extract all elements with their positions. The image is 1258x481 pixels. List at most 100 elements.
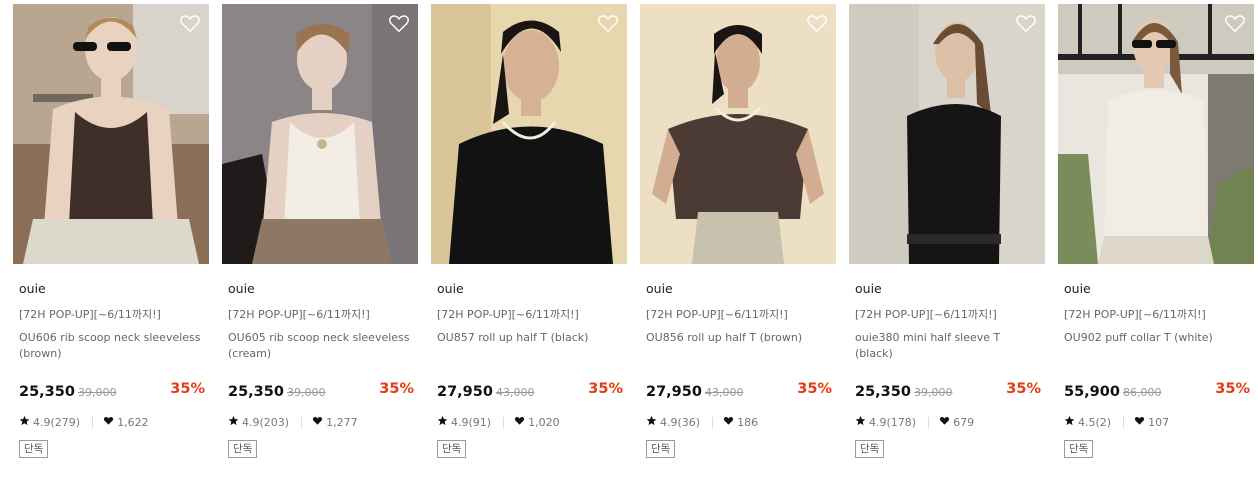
star-icon: [646, 415, 657, 429]
divider: [1123, 416, 1125, 428]
exclusive-badge: 단독: [646, 440, 676, 458]
original-price: 43,000: [495, 386, 535, 399]
discount-rate: 35%: [170, 381, 205, 397]
divider: [301, 416, 303, 428]
heart-filled-icon: [312, 415, 323, 429]
rating-text: 4.9(178): [869, 415, 917, 429]
price-row: 25,350 39,000 35%: [228, 381, 414, 401]
rating-text: 4.9(203): [242, 415, 290, 429]
star-icon: [228, 415, 239, 429]
brand-name[interactable]: ouie: [228, 281, 255, 296]
original-price: 86,000: [1122, 386, 1162, 399]
product-stats: 4.9(279) 1,622: [19, 415, 149, 429]
original-price: 39,000: [286, 386, 326, 399]
exclusive-badge: 단독: [855, 440, 885, 458]
likes-count: 107: [1148, 415, 1170, 429]
sale-price: 25,350: [19, 384, 75, 400]
exclusive-badge: 단독: [19, 440, 49, 458]
product-name[interactable]: OU902 puff collar T (white): [1064, 330, 1250, 346]
heart-filled-icon: [1134, 415, 1145, 429]
sale-price: 25,350: [855, 384, 911, 400]
discount-rate: 35%: [379, 381, 414, 397]
star-icon: [855, 415, 866, 429]
product-grid: ouie [72H POP-UP][~6/11까지!] OU606 rib sc…: [13, 4, 1258, 481]
promo-label: [72H POP-UP][~6/11까지!]: [646, 308, 788, 321]
product-card[interactable]: ouie [72H POP-UP][~6/11까지!] ouie380 mini…: [849, 4, 1045, 474]
divider: [503, 416, 505, 428]
price-row: 55,900 86,000 35%: [1064, 381, 1250, 401]
brand-name[interactable]: ouie: [646, 281, 673, 296]
price-row: 25,350 39,000 35%: [855, 381, 1041, 401]
promo-label: [72H POP-UP][~6/11까지!]: [855, 308, 997, 321]
product-name[interactable]: ouie380 mini half sleeve T (black): [855, 330, 1041, 362]
sale-price: 27,950: [437, 384, 493, 400]
heart-filled-icon: [939, 415, 950, 429]
discount-rate: 35%: [1006, 381, 1041, 397]
product-card[interactable]: ouie [72H POP-UP][~6/11까지!] OU857 roll u…: [431, 4, 627, 474]
divider: [92, 416, 94, 428]
brand-name[interactable]: ouie: [855, 281, 882, 296]
brand-name[interactable]: ouie: [19, 281, 46, 296]
discount-rate: 35%: [797, 381, 832, 397]
product-card[interactable]: ouie [72H POP-UP][~6/11까지!] OU605 rib sc…: [222, 4, 418, 474]
wishlist-heart-icon[interactable]: [597, 12, 619, 34]
likes-count: 1,277: [326, 415, 358, 429]
star-icon: [1064, 415, 1075, 429]
brand-name[interactable]: ouie: [1064, 281, 1091, 296]
product-card[interactable]: ouie [72H POP-UP][~6/11까지!] OU606 rib sc…: [13, 4, 209, 474]
divider: [928, 416, 930, 428]
product-image[interactable]: [431, 4, 627, 264]
wishlist-heart-icon[interactable]: [388, 12, 410, 34]
product-name[interactable]: OU856 roll up half T (brown): [646, 330, 832, 346]
likes-count: 186: [737, 415, 759, 429]
product-image[interactable]: [1058, 4, 1254, 264]
product-name[interactable]: OU605 rib scoop neck sleeveless (cream): [228, 330, 414, 362]
original-price: 39,000: [913, 386, 953, 399]
product-image[interactable]: [849, 4, 1045, 264]
sale-price: 25,350: [228, 384, 284, 400]
price-row: 25,350 39,000 35%: [19, 381, 205, 401]
exclusive-badge: 단독: [228, 440, 258, 458]
promo-label: [72H POP-UP][~6/11까지!]: [1064, 308, 1206, 321]
original-price: 39,000: [77, 386, 117, 399]
rating-text: 4.5(2): [1078, 415, 1112, 429]
rating-text: 4.9(36): [660, 415, 701, 429]
product-image[interactable]: [640, 4, 836, 264]
product-name[interactable]: OU606 rib scoop neck sleeveless (brown): [19, 330, 205, 362]
original-price: 43,000: [704, 386, 744, 399]
wishlist-heart-icon[interactable]: [1224, 12, 1246, 34]
product-stats: 4.9(91) 1,020: [437, 415, 560, 429]
sale-price: 55,900: [1064, 384, 1120, 400]
exclusive-badge: 단독: [437, 440, 467, 458]
heart-filled-icon: [103, 415, 114, 429]
likes-count: 1,622: [117, 415, 149, 429]
wishlist-heart-icon[interactable]: [179, 12, 201, 34]
rating-text: 4.9(279): [33, 415, 81, 429]
product-image[interactable]: [13, 4, 209, 264]
heart-filled-icon: [723, 415, 734, 429]
price-row: 27,950 43,000 35%: [646, 381, 832, 401]
likes-count: 1,020: [528, 415, 560, 429]
product-card[interactable]: ouie [72H POP-UP][~6/11까지!] OU856 roll u…: [640, 4, 836, 474]
price-row: 27,950 43,000 35%: [437, 381, 623, 401]
product-stats: 4.5(2) 107: [1064, 415, 1169, 429]
promo-label: [72H POP-UP][~6/11까지!]: [228, 308, 370, 321]
product-name[interactable]: OU857 roll up half T (black): [437, 330, 623, 346]
product-stats: 4.9(36) 186: [646, 415, 758, 429]
promo-label: [72H POP-UP][~6/11까지!]: [19, 308, 161, 321]
exclusive-badge: 단독: [1064, 440, 1094, 458]
product-stats: 4.9(203) 1,277: [228, 415, 358, 429]
likes-count: 679: [953, 415, 975, 429]
heart-filled-icon: [514, 415, 525, 429]
product-stats: 4.9(178) 679: [855, 415, 974, 429]
promo-label: [72H POP-UP][~6/11까지!]: [437, 308, 579, 321]
rating-text: 4.9(91): [451, 415, 492, 429]
sale-price: 27,950: [646, 384, 702, 400]
product-image[interactable]: [222, 4, 418, 264]
star-icon: [19, 415, 30, 429]
discount-rate: 35%: [1215, 381, 1250, 397]
brand-name[interactable]: ouie: [437, 281, 464, 296]
product-card[interactable]: ouie [72H POP-UP][~6/11까지!] OU902 puff c…: [1058, 4, 1254, 474]
wishlist-heart-icon[interactable]: [806, 12, 828, 34]
wishlist-heart-icon[interactable]: [1015, 12, 1037, 34]
